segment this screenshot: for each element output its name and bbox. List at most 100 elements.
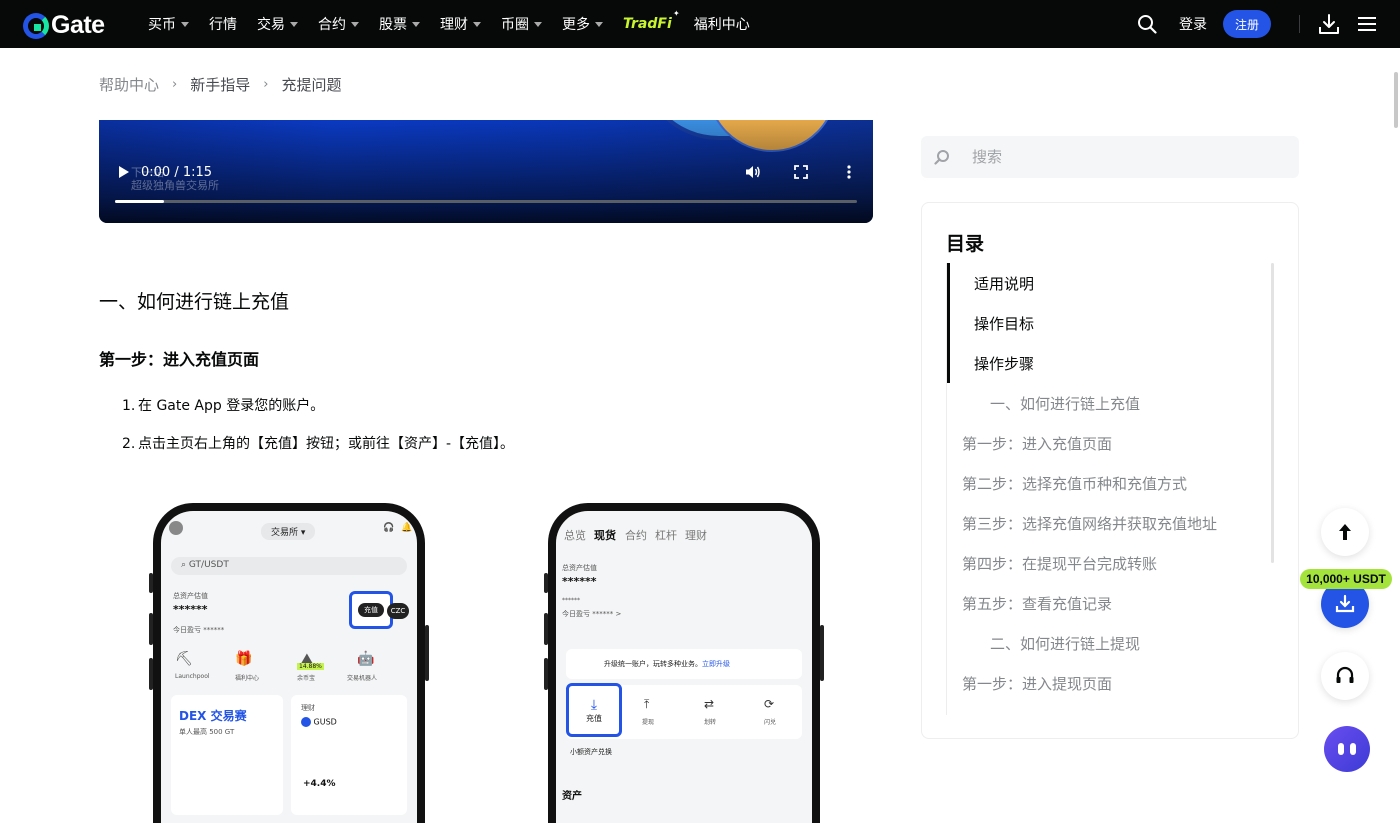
help-search-box [921, 136, 1299, 178]
top-navbar: Gate 买币 行情 交易 合约 股票 理财 币圈 更多 TradFi 福利中心… [0, 0, 1400, 48]
download-icon[interactable] [1318, 13, 1340, 35]
apr-badge: 14.88% [297, 663, 324, 670]
phone-side-button [149, 613, 153, 645]
customer-support-button[interactable] [1321, 652, 1369, 700]
nav-item-welfare[interactable]: 福利中心 [694, 14, 750, 34]
headset-icon: 🎧 [383, 523, 395, 533]
register-button[interactable]: 注册 [1222, 10, 1271, 38]
play-icon[interactable] [119, 166, 129, 178]
more-options-icon[interactable] [841, 164, 857, 180]
phone-side-button [149, 573, 153, 593]
toc-item[interactable]: 二、如何进行链上提现 [990, 633, 1140, 654]
toc-item[interactable]: 第二步：选择充值币种和充值方式 [962, 473, 1187, 494]
deposit-highlight: ⤓ 充值 [566, 683, 622, 737]
small-convert-label: 小额资产兑换 [570, 748, 612, 756]
nav-item-label: 交易 [257, 17, 285, 33]
nav-item-buy[interactable]: 买币 [148, 14, 189, 34]
toc-item[interactable]: 一、如何进行链上充值 [990, 393, 1140, 414]
toc-item[interactable]: 适用说明 [974, 273, 1034, 294]
fullscreen-icon[interactable] [793, 164, 809, 180]
page-scrollbar[interactable] [1394, 72, 1398, 128]
phone-search-text: GT/USDT [188, 560, 229, 570]
deposit-button-image: 充值 [358, 603, 384, 617]
gusd-label: GUSD [313, 717, 337, 727]
convert-label: 闪兑 [764, 719, 777, 726]
phone-pnl: 今日盈亏 ****** [173, 626, 225, 634]
toc-list: 适用说明 操作目标 操作步骤 一、如何进行链上充值 第一步：进入充值页面 第二步… [946, 263, 1274, 715]
caret-down-icon [473, 21, 481, 27]
small-convert-row: 小额资产兑换 [570, 747, 612, 757]
nav-item-stocks[interactable]: 股票 [379, 14, 420, 34]
step-list: 1. 在 Gate App 登录您的账户。 2. 点击主页右上角的【充值】按钮；或前… [122, 387, 514, 463]
bot-icon: 🤖 [357, 651, 375, 667]
toc-item[interactable]: 操作目标 [974, 313, 1034, 334]
step-title: 第一步：进入充值页面 [99, 350, 260, 369]
phone-screenshot-assets: 总览 现货 合约 杠杆 理财 总资产估值 ****** ****** 今日盈亏 … [544, 503, 824, 823]
nav-item-markets[interactable]: 行情 [209, 14, 237, 34]
nav-item-trade[interactable]: 交易 [257, 14, 298, 34]
toc-item[interactable]: 第五步：查看充值记录 [962, 593, 1112, 614]
nav-item-earn[interactable]: 理财 [440, 14, 481, 34]
gate-logo-mark [23, 12, 49, 39]
video-player[interactable]: 下一站 超级独角兽交易所 0:00 / 1:15 [99, 120, 873, 223]
breadcrumb-deposit-withdraw: 充提问题 [281, 76, 342, 94]
nav-menu: 买币 行情 交易 合约 股票 理财 币圈 更多 TradFi 福利中心 [148, 0, 770, 48]
toc-title: 目录 [946, 233, 985, 255]
video-controls: 0:00 / 1:15 [115, 164, 857, 180]
nav-item-crypto-circle[interactable]: 币圈 [501, 14, 542, 34]
volume-icon[interactable] [745, 164, 761, 180]
breadcrumb-help-center[interactable]: 帮助中心 [99, 74, 159, 95]
toc-item[interactable]: 第一步：进入提现页面 [962, 673, 1112, 694]
caret-down-icon [351, 21, 359, 27]
convert-icon: ⟳ [764, 697, 775, 711]
deposit-label: 充值 [586, 713, 602, 723]
nav-item-label: 买币 [148, 17, 176, 33]
toc-scrollbar[interactable] [1271, 263, 1274, 563]
chevron-right-icon: › [263, 77, 269, 92]
toc-item[interactable]: 第一步：进入充值页面 [962, 433, 1112, 454]
toc-item[interactable]: 第三步：选择充值网络并获取充值地址 [962, 513, 1217, 534]
nav-item-futures[interactable]: 合约 [318, 14, 359, 34]
phone-tab: 总览 [564, 529, 586, 542]
nav-item-label: 理财 [440, 17, 468, 33]
withdraw-label: 提现 [642, 719, 655, 726]
gusd-icon [301, 717, 311, 727]
login-link[interactable]: 登录 [1179, 14, 1207, 34]
avatar [169, 521, 183, 535]
phone-screenshot-home: 交易所 ▾ 🎧 🔔 ⌕ GT/USDT 总资产估值 ****** 今日盈亏 **… [149, 503, 429, 823]
back-to-top-button[interactable] [1321, 508, 1369, 556]
list-text: 在 Gate App 登录您的账户。 [138, 398, 325, 414]
caret-down-icon [534, 21, 542, 27]
gate-logo-text: Gate [51, 11, 105, 39]
toc-item[interactable]: 操作步骤 [974, 353, 1034, 374]
section-title: 一、如何进行链上充值 [99, 291, 290, 313]
finance-card [291, 695, 407, 815]
phone-search-bar: ⌕ GT/USDT [171, 557, 407, 575]
nav-item-more[interactable]: 更多 [562, 14, 603, 34]
video-progress-bar[interactable] [115, 200, 857, 203]
launchpool-icon: ⛏ [175, 651, 193, 667]
exchange-tab: 交易所 ▾ [261, 523, 316, 540]
shortcut-label: 交易机器人 [347, 675, 378, 682]
ai-assistant-button[interactable] [1324, 726, 1370, 772]
arrow-up-icon [1339, 524, 1351, 540]
nav-item-label: 更多 [562, 17, 590, 33]
search-input[interactable] [972, 148, 1272, 166]
hamburger-menu-icon[interactable] [1358, 16, 1376, 32]
list-number: 1. [122, 398, 136, 414]
nav-item-tradfi[interactable]: TradFi [623, 9, 679, 32]
search-icon[interactable] [1137, 14, 1157, 34]
phone-side-button [149, 658, 153, 690]
table-of-contents: 目录 适用说明 操作目标 操作步骤 一、如何进行链上充值 第一步：进入充值页面 … [921, 202, 1299, 739]
nav-item-label: 股票 [379, 17, 407, 33]
toc-item[interactable]: 第四步：在提现平台完成转账 [962, 553, 1157, 574]
gate-logo[interactable]: Gate [23, 11, 105, 40]
nav-item-label: 合约 [318, 17, 346, 33]
breadcrumb-beginner-guide[interactable]: 新手指导 [190, 74, 250, 95]
phone-side-button [425, 625, 429, 681]
shortcut-label: Launchpool [175, 673, 210, 680]
nav-right-actions: 登录 注册 [1137, 0, 1376, 48]
finance-card-title: 理财 [301, 704, 315, 712]
phone-side-button [544, 573, 548, 593]
breadcrumb: 帮助中心 › 新手指导 › 充提问题 [99, 74, 341, 95]
